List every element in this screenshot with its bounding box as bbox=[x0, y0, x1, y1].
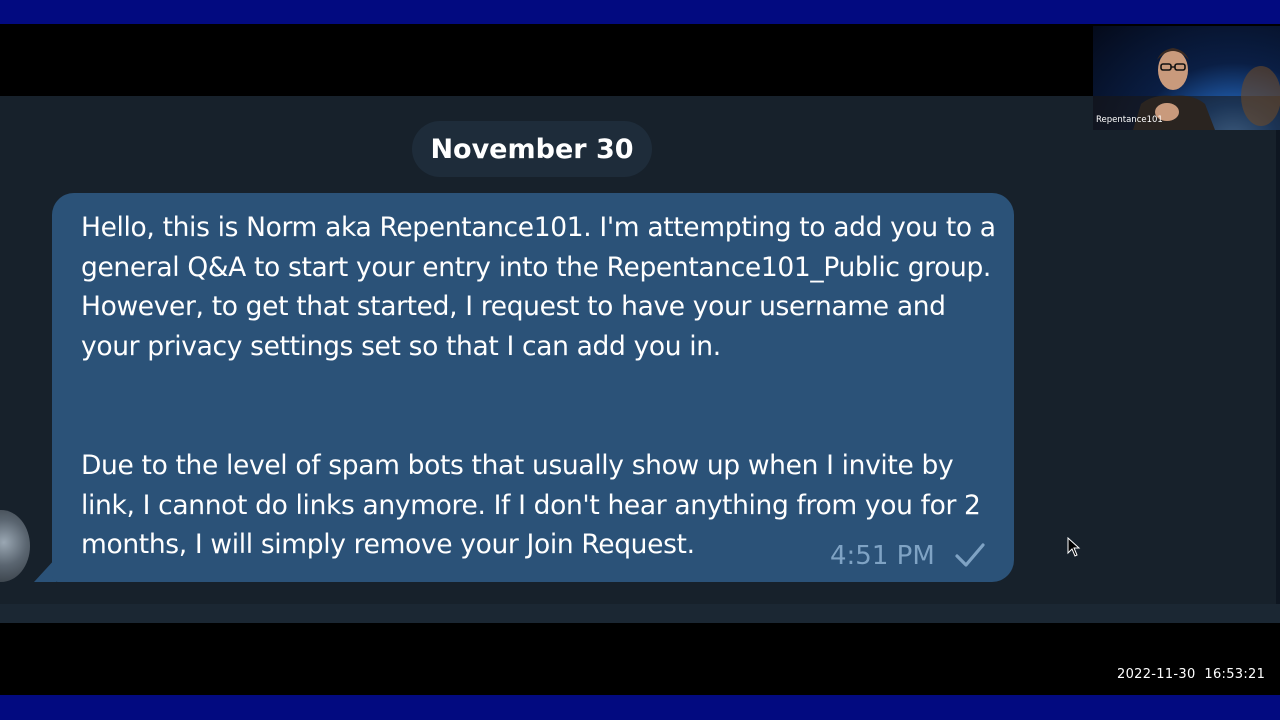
recording-timestamp: 2022-11-30 16:53:21 bbox=[1117, 667, 1266, 682]
date-separator: November 30 bbox=[412, 121, 652, 177]
chat-input-edge bbox=[0, 604, 1280, 623]
webcam-label: Repentance101 bbox=[1096, 115, 1163, 125]
message-paragraph-1: Hello, this is Norm aka Repentance101. I… bbox=[81, 212, 996, 362]
top-black-band bbox=[0, 24, 1280, 96]
single-check-icon bbox=[955, 543, 985, 567]
webcam-overlay: Repentance101 bbox=[1093, 26, 1280, 130]
mouse-cursor-icon bbox=[1067, 537, 1081, 557]
message-time: 4:51 PM bbox=[830, 541, 935, 571]
top-border-bar bbox=[0, 0, 1280, 24]
chat-scrollbar[interactable] bbox=[1276, 96, 1280, 604]
bottom-border-bar bbox=[0, 695, 1280, 720]
